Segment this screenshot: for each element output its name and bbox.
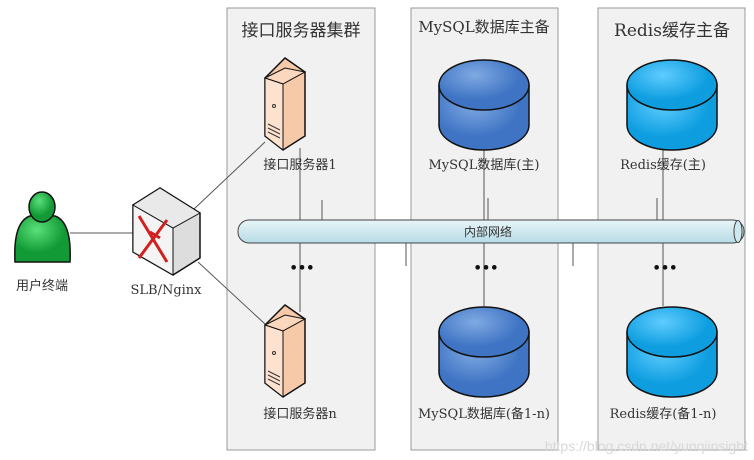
network-label: 内部网络 (463, 225, 513, 239)
group-title-redis: Redis缓存主备 (614, 21, 730, 41)
server-icon-bottom (263, 304, 307, 399)
ellipsis-servers: ••• (289, 261, 315, 276)
mysql-slave-label: MySQL数据库(备1-n) (417, 407, 551, 422)
architecture-diagram (14, 7, 746, 451)
group-title-mysql: MySQL数据库主备 (418, 18, 550, 36)
redis-master-label: Redis缓存(主) (620, 158, 706, 173)
redis-slave-label: Redis缓存(备1-n) (609, 407, 717, 422)
user-terminal-label: 用户终端 (15, 279, 69, 294)
load-balancer-switch-icon (132, 187, 201, 276)
mysql-master-label: MySQL数据库(主) (428, 158, 540, 173)
server-1-label: 接口服务器1 (263, 158, 337, 173)
redis-master-cache-icon (626, 59, 718, 151)
group-title-api: 接口服务器集群 (241, 21, 361, 41)
watermark: https://blog.csdn.net/yunqiinsight (544, 438, 748, 454)
server-n-label: 接口服务器n (263, 407, 337, 422)
lb-label: SLB/Nginx (130, 283, 202, 298)
user-terminal-icon (14, 191, 71, 263)
mysql-slave-db-icon (438, 306, 530, 398)
redis-slave-cache-icon (626, 306, 718, 398)
mysql-master-db-icon (438, 59, 530, 151)
ellipsis-mysql: ••• (473, 261, 499, 276)
ellipsis-redis: ••• (652, 261, 678, 276)
server-icon-top (263, 57, 307, 152)
